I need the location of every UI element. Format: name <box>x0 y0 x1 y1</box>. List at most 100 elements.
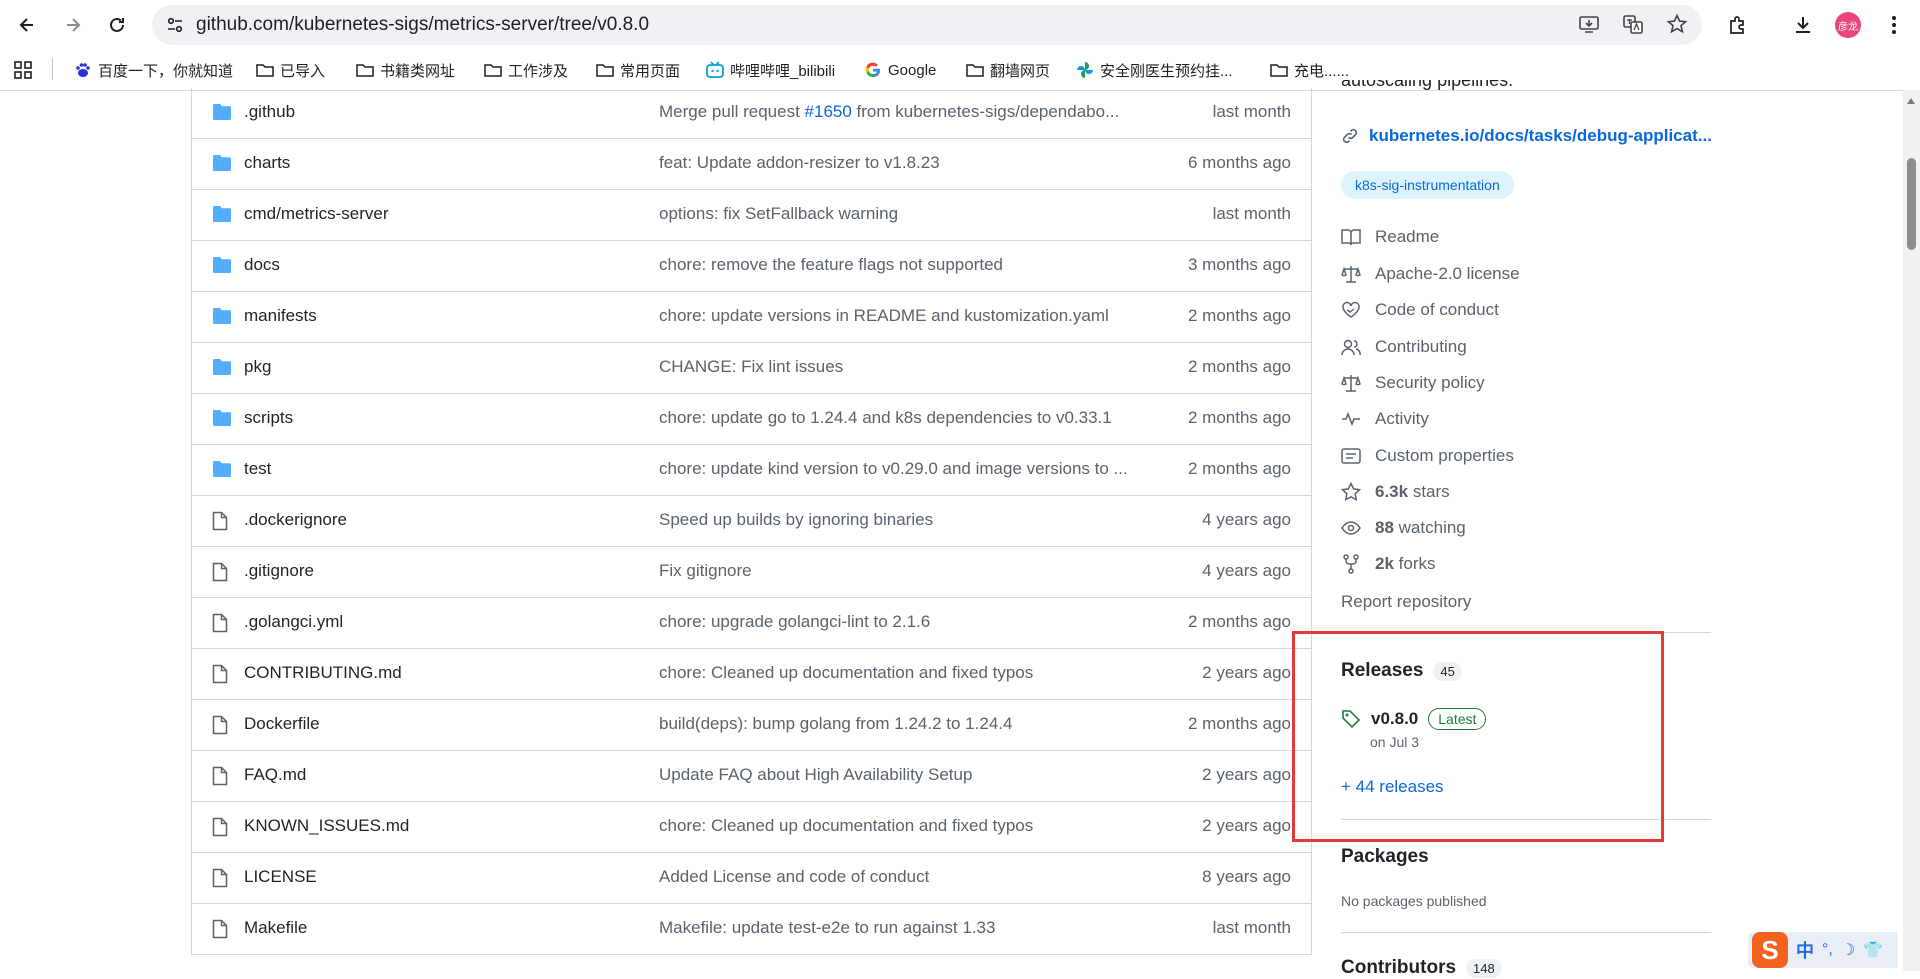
readme-link[interactable]: Readme <box>1341 227 1439 247</box>
bookmark-folder-imported[interactable]: 已导入 <box>256 60 325 80</box>
bookmark-folder-common[interactable]: 常用页面 <box>596 60 680 80</box>
site-info-icon[interactable] <box>160 10 190 40</box>
commit-message-link[interactable]: chore: update versions in README and kus… <box>659 306 1109 326</box>
contributors-heading[interactable]: Contributors 148 <box>1341 957 1502 979</box>
code-of-conduct-link[interactable]: Code of conduct <box>1341 300 1499 320</box>
table-row[interactable]: Dockerfile build(deps): bump golang from … <box>192 700 1311 751</box>
profile-button[interactable]: 彦龙 <box>1834 11 1862 39</box>
table-row[interactable]: cmd/metrics-server options: fix SetFallba… <box>192 190 1311 241</box>
packages-heading[interactable]: Packages <box>1341 846 1429 868</box>
bookmark-google[interactable]: Google <box>864 60 936 80</box>
browser-menu-button[interactable] <box>1880 11 1908 39</box>
commit-message-link[interactable]: chore: Cleaned up documentation and fixe… <box>659 816 1033 836</box>
commit-message-link[interactable]: build(deps): bump golang from 1.24.2 to … <box>659 714 1012 734</box>
file-name-link[interactable]: scripts <box>244 408 293 428</box>
commit-message-link[interactable]: Added License and code of conduct <box>659 867 929 887</box>
file-name-link[interactable]: .github <box>244 102 295 122</box>
table-row[interactable]: pkg CHANGE: Fix lint issues 2 months ago <box>192 343 1311 394</box>
page-scrollbar[interactable] <box>1903 90 1920 971</box>
activity-link[interactable]: Activity <box>1341 409 1429 429</box>
file-name-link[interactable]: FAQ.md <box>244 765 306 785</box>
stars-link[interactable]: 6.3k stars <box>1341 482 1450 502</box>
bookmark-folder-vpn[interactable]: 翻墙网页 <box>966 60 1050 80</box>
file-name-link[interactable]: Dockerfile <box>244 714 320 734</box>
table-row[interactable]: .gitignore Fix gitignore 4 years ago <box>192 547 1311 598</box>
bookmark-baidu[interactable]: 百度一下，你就知道 <box>74 60 233 80</box>
bookmark-folder-charge[interactable]: 充电...... <box>1270 60 1349 80</box>
file-name-link[interactable]: test <box>244 459 271 479</box>
table-row[interactable]: FAQ.md Update FAQ about High Availability… <box>192 751 1311 802</box>
punctuation-icon[interactable]: °, <box>1822 941 1833 959</box>
commit-message-link[interactable]: Fix gitignore <box>659 561 752 581</box>
forward-button[interactable] <box>60 12 86 38</box>
pull-request-link[interactable]: #1650 <box>805 102 852 121</box>
back-button[interactable] <box>14 12 40 38</box>
file-name-link[interactable]: pkg <box>244 357 271 377</box>
file-name-link[interactable]: manifests <box>244 306 317 326</box>
commit-message-link[interactable]: options: fix SetFallback warning <box>659 204 898 224</box>
commit-message-text[interactable]: from kubernetes-sigs/dependabo... <box>852 102 1120 121</box>
report-repository-link[interactable]: Report repository <box>1341 592 1471 612</box>
commit-message-text[interactable]: Merge pull request <box>659 102 805 121</box>
commit-message-link[interactable]: Makefile: update test-e2e to run against… <box>659 918 995 938</box>
commit-message-link[interactable]: chore: remove the feature flags not supp… <box>659 255 1003 275</box>
scrollbar-thumb[interactable] <box>1907 158 1916 250</box>
table-row[interactable]: test chore: update kind version to v0.29.… <box>192 445 1311 496</box>
table-row[interactable]: KNOWN_ISSUES.md chore: Cleaned up documen… <box>192 802 1311 853</box>
downloads-button[interactable] <box>1789 11 1817 39</box>
commit-message-link[interactable]: Update FAQ about High Availability Setup <box>659 765 972 785</box>
commit-message-link[interactable]: CHANGE: Fix lint issues <box>659 357 843 377</box>
table-row[interactable]: Makefile Makefile: update test-e2e to run… <box>192 904 1311 955</box>
commit-message-link[interactable]: chore: upgrade golangci-lint to 2.1.6 <box>659 612 930 632</box>
address-bar[interactable]: github.com/kubernetes-sigs/metrics-serve… <box>152 5 1702 45</box>
contributing-link[interactable]: Contributing <box>1341 337 1467 357</box>
table-row[interactable]: CONTRIBUTING.md chore: Cleaned up documen… <box>192 649 1311 700</box>
file-name-link[interactable]: KNOWN_ISSUES.md <box>244 816 409 836</box>
topic-tag[interactable]: k8s-sig-instrumentation <box>1341 171 1514 199</box>
shirt-icon[interactable]: 👕 <box>1863 940 1883 960</box>
bookmark-doctor[interactable]: 安全刚医生预约挂... <box>1076 60 1233 80</box>
bookmark-bilibili[interactable]: 哔哩哔哩_bilibili <box>706 60 835 80</box>
file-name-link[interactable]: .gitignore <box>244 561 314 581</box>
table-row[interactable]: scripts chore: update go to 1.24.4 and k8… <box>192 394 1311 445</box>
table-row[interactable]: .golangci.yml chore: upgrade golangci-lin… <box>192 598 1311 649</box>
forks-link[interactable]: 2k forks <box>1341 554 1436 574</box>
avatar[interactable]: 彦龙 <box>1835 12 1861 38</box>
file-name-link[interactable]: CONTRIBUTING.md <box>244 663 402 683</box>
file-name-link[interactable]: cmd/metrics-server <box>244 204 389 224</box>
table-row[interactable]: docs chore: remove the feature flags not … <box>192 241 1311 292</box>
translate-icon[interactable] <box>1622 13 1644 40</box>
security-policy-link[interactable]: Security policy <box>1341 373 1485 393</box>
bookmark-folder-books[interactable]: 书籍类网址 <box>356 60 455 80</box>
commit-message-link[interactable]: feat: Update addon-resizer to v1.8.23 <box>659 153 940 173</box>
bookmark-folder-work[interactable]: 工作涉及 <box>484 60 568 80</box>
file-name-link[interactable]: LICENSE <box>244 867 317 887</box>
file-name-link[interactable]: Makefile <box>244 918 307 938</box>
file-name-link[interactable]: .dockerignore <box>244 510 347 530</box>
watching-link[interactable]: 88 watching <box>1341 518 1466 538</box>
file-name-link[interactable]: charts <box>244 153 290 173</box>
install-app-icon[interactable] <box>1578 13 1600 40</box>
file-name-link[interactable]: .golangci.yml <box>244 612 343 632</box>
url-text[interactable]: github.com/kubernetes-sigs/metrics-serve… <box>196 14 649 36</box>
reload-button[interactable] <box>104 12 130 38</box>
custom-properties-link[interactable]: Custom properties <box>1341 446 1514 466</box>
table-row[interactable]: .github Merge pull request #1650 from kub… <box>192 88 1311 139</box>
sogou-logo-icon[interactable]: S <box>1752 932 1788 968</box>
bookmark-star-icon[interactable] <box>1666 13 1688 40</box>
table-row[interactable]: charts feat: Update addon-resizer to v1.8… <box>192 139 1311 190</box>
commit-message-link[interactable]: chore: Cleaned up documentation and fixe… <box>659 663 1033 683</box>
ime-mode-label[interactable]: 中 <box>1796 937 1814 963</box>
table-row[interactable]: manifests chore: update versions in READM… <box>192 292 1311 343</box>
ime-toolbar[interactable]: S 中 °, ☽ 👕 <box>1748 932 1898 968</box>
commit-message-link[interactable]: Speed up builds by ignoring binaries <box>659 510 933 530</box>
moon-icon[interactable]: ☽ <box>1841 940 1855 960</box>
commit-message-link[interactable]: chore: update go to 1.24.4 and k8s depen… <box>659 408 1112 428</box>
table-row[interactable]: .dockerignore Speed up builds by ignoring… <box>192 496 1311 547</box>
file-name-link[interactable]: docs <box>244 255 280 275</box>
license-link[interactable]: Apache-2.0 license <box>1341 264 1520 284</box>
table-row[interactable]: LICENSE Added License and code of conduct… <box>192 853 1311 904</box>
extensions-button[interactable] <box>1724 11 1752 39</box>
website-link[interactable]: kubernetes.io/docs/tasks/debug-applicat.… <box>1341 126 1712 146</box>
commit-message-link[interactable]: chore: update kind version to v0.29.0 an… <box>659 459 1128 479</box>
